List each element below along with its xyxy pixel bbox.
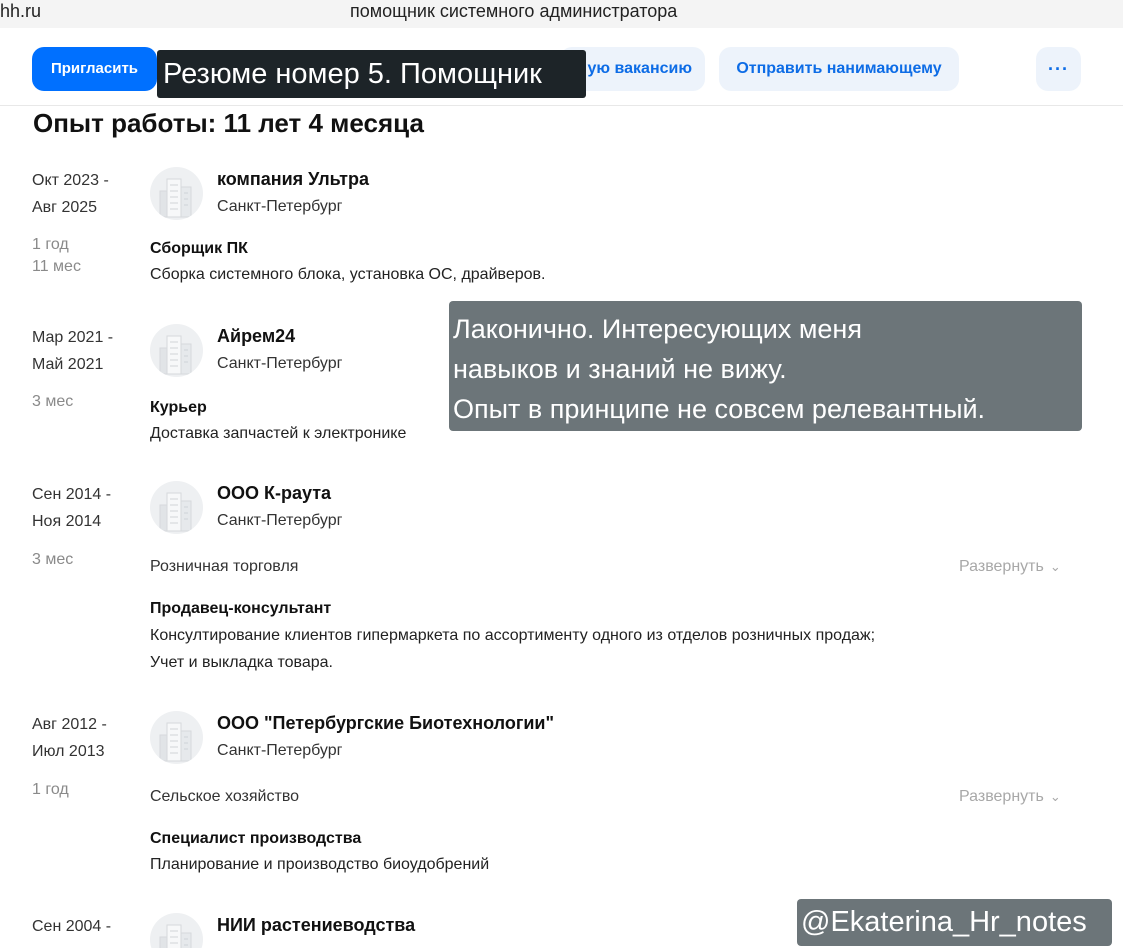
duration-months: 3 мес	[32, 393, 74, 410]
job-period: Окт 2023 - Авг 2025	[32, 167, 109, 221]
period-end: Июл 2013	[32, 743, 105, 760]
tab-title: помощник системного администратора	[350, 1, 678, 21]
video-caption-title: Резюме номер 5. Помощник	[157, 50, 586, 98]
period-start: Сен 2004 -	[32, 918, 112, 935]
description-line: Учет и выкладка товара.	[150, 654, 333, 671]
url-text[interactable]: hh.ru	[0, 0, 41, 22]
duration-months: 11 мес	[32, 258, 81, 275]
company-name[interactable]: компания Ультра	[217, 167, 369, 191]
job-position: Курьер	[150, 399, 207, 416]
company-city: Санкт-Петербург	[217, 742, 343, 759]
job-position: Специалист производства	[150, 830, 362, 847]
company-city: Санкт-Петербург	[217, 512, 343, 529]
company-industry: Розничная торговля	[150, 558, 299, 575]
job-duration: 1 год	[32, 779, 69, 801]
job-description: Консултирование клиентов гипермаркета по…	[150, 622, 875, 676]
period-end: Ноя 2014	[32, 513, 102, 530]
duration-months: 3 мес	[32, 551, 74, 568]
period-end: Авг 2025	[32, 199, 98, 216]
job-duration: 1 год 11 мес	[32, 234, 81, 278]
expand-label: Развернуть	[959, 558, 1044, 575]
experience-title: Опыт работы: 11 лет 4 месяца	[33, 108, 424, 138]
building-icon	[150, 481, 203, 534]
duration-years: 1 год	[32, 781, 69, 798]
building-icon	[150, 167, 203, 220]
period-start: Сен 2014 -	[32, 486, 112, 503]
job-period: Сен 2014 - Ноя 2014	[32, 481, 111, 535]
comment-line: навыков и знаний не вижу.	[453, 354, 787, 384]
expand-label: Развернуть	[959, 788, 1044, 805]
job-description: Доставка запчастей к электронике	[150, 425, 407, 442]
chevron-down-icon: ⌄	[1049, 559, 1061, 574]
invite-button[interactable]: Пригласить	[32, 47, 157, 91]
more-options-button[interactable]: ···	[1036, 47, 1081, 91]
company-name[interactable]: ООО К-раута	[217, 481, 331, 505]
comment-line: Опыт в принципе не совсем релевантный.	[453, 394, 986, 424]
period-start: Авг 2012 -	[32, 716, 107, 733]
building-icon	[150, 711, 203, 764]
job-description: Планирование и производство биоудобрений	[150, 856, 490, 873]
browser-topbar: hh.ru помощник системного администратора	[0, 0, 1123, 28]
author-watermark: @Ekaterina_Hr_notes	[797, 899, 1112, 946]
expand-button[interactable]: Развернуть ⌄	[959, 558, 1061, 576]
description-line: Консултирование клиентов гипермаркета по…	[150, 627, 876, 644]
company-industry: Сельское хозяйство	[150, 788, 300, 805]
period-start: Мар 2021 -	[32, 329, 114, 346]
job-duration: 3 мес	[32, 549, 73, 571]
job-position: Продавец-консультант	[150, 600, 332, 617]
expand-button[interactable]: Развернуть ⌄	[959, 788, 1061, 806]
duration-years: 1 год	[32, 236, 69, 253]
chevron-down-icon: ⌄	[1049, 789, 1061, 804]
building-icon	[150, 913, 203, 948]
comment-line: Лаконично. Интересующих меня	[453, 314, 862, 344]
period-start: Окт 2023 -	[32, 172, 109, 189]
job-period: Мар 2021 - Май 2021	[32, 324, 113, 378]
building-icon	[150, 324, 203, 377]
job-duration: 3 мес	[32, 391, 73, 413]
company-city: Санкт-Петербург	[217, 198, 343, 215]
job-position: Сборщик ПК	[150, 240, 248, 257]
company-city: Санкт-Петербург	[217, 355, 343, 372]
job-period: Сен 2004 -	[32, 913, 111, 940]
company-name[interactable]: НИИ растениеводства	[217, 913, 415, 937]
company-name[interactable]: Айрем24	[217, 324, 295, 348]
job-description: Сборка системного блока, установка ОС, д…	[150, 266, 546, 283]
company-name[interactable]: ООО "Петербургские Биотехнологии"	[217, 711, 554, 735]
job-period: Авг 2012 - Июл 2013	[32, 711, 107, 765]
send-to-hiring-manager-button[interactable]: Отправить нанимающему	[719, 47, 959, 91]
period-end: Май 2021	[32, 356, 104, 373]
reviewer-comment-overlay: Лаконично. Интересующих меня навыков и з…	[449, 301, 1082, 431]
